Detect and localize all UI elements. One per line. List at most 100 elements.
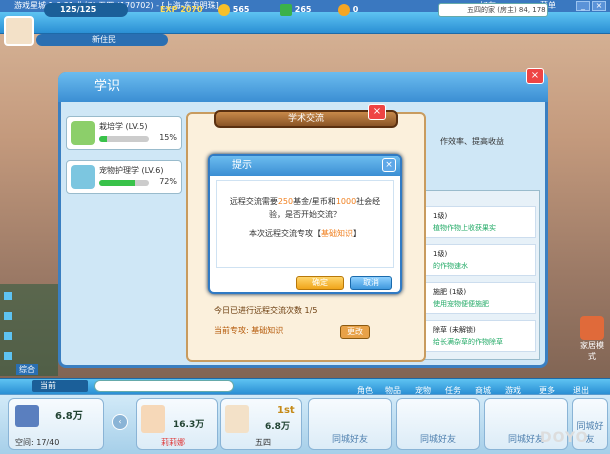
slot-label: 同城好友 [331,435,368,445]
exp-label: EXP [160,5,178,14]
item-desc: 植物作物上收获果实 [433,224,496,232]
friend-slot[interactable]: 16.3万 莉莉娜 [136,398,218,450]
coin-value: 0 [352,5,359,14]
exp-display: EXP 2070 [160,3,212,17]
prev-arrow-icon[interactable]: ‹ [112,414,128,430]
nav-games[interactable]: 游戏 [500,380,526,395]
skill-progress [99,136,149,142]
nav-items[interactable]: 物品 [380,380,406,395]
close-panel-button[interactable]: × [526,68,544,84]
text: 远程交流需要 [229,197,278,206]
home-money: 6.8万 [55,411,83,422]
item-title: 1级) [433,250,448,258]
fund-cost: 250 [277,197,294,206]
scroll-up-icon[interactable] [4,292,12,300]
skill-name: 宠物护理学 (LV.6) [99,166,164,175]
nav-pets[interactable]: 宠物 [410,380,436,395]
item-desc: 给长满杂草的作物除草 [433,338,503,346]
partial-description: 作效率、提高收益 [440,137,504,146]
friend-name: 莉莉娜 [161,438,185,447]
chat-panel [0,284,58,376]
dialog-line-1: 远程交流需要250基金/星币和1000社会经 [217,195,393,208]
friend-money: 16.3万 [173,420,205,430]
skill-item-cultivation[interactable]: 栽培学 (LV.5) 15% [66,116,182,150]
close-exchange-button[interactable]: × [368,104,386,120]
player-avatar[interactable] [4,16,34,46]
window-controls: _ × [576,1,606,11]
dialog-line-2: 验，是否开始交流？ [269,210,341,219]
self-slot[interactable]: 1st 6.8万 五四 [220,398,302,450]
exp-value: 2070 [180,5,203,14]
cancel-button[interactable]: 取消 [350,276,392,290]
nav-tasks[interactable]: 任务 [440,380,466,395]
item-title: 施肥 (1级) [433,288,467,296]
hp-value: 125/125 [60,5,97,14]
confirm-button[interactable]: 确定 [296,276,344,290]
list-item[interactable]: 1级) 植物作物上收获果实 [424,206,536,238]
gold-display: 565 [218,3,250,17]
house-icon [580,316,604,340]
close-dialog-button[interactable]: × [382,158,396,172]
channel-select[interactable]: 当前 [32,380,88,392]
skill-progress-fill [99,180,135,186]
change-focus-button[interactable]: 更改 [340,325,370,339]
cash-value: 265 [294,5,312,14]
dialog-title: 提示 [210,156,400,176]
chat-tab[interactable]: 综合 [16,364,38,375]
slot-label: 同城好友 [419,435,456,445]
focus-name: 基础知识 [321,229,353,238]
today-count: 今日已进行远程交流次数 1/5 [214,306,318,315]
empty-friend-slot[interactable]: 同城好友 [308,398,392,450]
pet-icon [71,165,95,189]
cash-icon [280,3,292,16]
list-item[interactable]: 1级) 的作物速水 [424,244,536,276]
minimize-button[interactable]: _ [576,1,590,11]
self-rank: 1st [277,405,295,416]
friend-avatar [141,405,165,433]
exp-cost: 1000 [335,197,357,206]
gold-value: 565 [232,5,250,14]
list-item[interactable]: 施肥 (1级) 使用宠物便便施肥 [424,282,536,314]
nav-character[interactable]: 角色 [352,380,378,395]
home-slot[interactable]: 6.8万 空间: 17/40 [8,398,104,450]
home-location[interactable]: 五四的家 (房主) 84, 178 [438,3,548,17]
watermark: DOYO [540,430,589,446]
skill-percent: 72% [159,177,177,186]
nav-mall[interactable]: 商城 [470,380,496,395]
home-space: 空间: 17/40 [15,438,60,447]
nav-more[interactable]: 更多 [534,380,560,395]
skill-progress-fill [99,136,107,142]
dialog-body: 远程交流需要250基金/星币和1000社会经 验，是否开始交流？ 本次远程交流专… [216,180,394,268]
scroll-down-icon[interactable] [4,352,12,360]
empty-friend-slot[interactable]: 同城好友 [396,398,480,450]
coin-display: 0 [338,3,358,17]
item-desc: 使用宠物便便施肥 [433,300,489,308]
skill-item-pet-care[interactable]: 宠物护理学 (LV.6) 72% [66,160,182,194]
house-icon [15,405,39,427]
nav-exit[interactable]: 退出 [568,380,594,395]
player-rank: 新住民 [36,34,168,46]
coin-icon [338,3,350,16]
self-money: 6.8万 [265,422,290,432]
item-title: 1级) [433,212,448,220]
home-label: 五四的家 (房主) [467,6,517,14]
home-mode-label: 家居模式 [580,341,604,361]
chat-input[interactable] [94,380,234,392]
text: 】 [353,229,361,238]
text: 本次远程交流专攻【 [249,229,321,238]
list-item[interactable]: 除草 (未解锁) 给长满杂草的作物除草 [424,320,536,352]
text: 社会经 [356,197,381,206]
skill-percent: 15% [159,133,177,142]
hp-display: 125/125 [44,3,128,17]
scroll-icon[interactable] [4,312,12,320]
item-desc: 的作物速水 [433,262,468,270]
home-mode-button[interactable]: 家居模式 [578,316,606,361]
plant-icon [71,121,95,145]
cash-display: 265 [280,3,312,17]
star-icon [218,3,230,16]
close-window-button[interactable]: × [592,1,606,11]
home-coords: 84, 178 [518,6,546,14]
text: 基金/星币和 [293,197,336,206]
scroll-icon[interactable] [4,332,12,340]
self-name: 五四 [255,438,271,447]
